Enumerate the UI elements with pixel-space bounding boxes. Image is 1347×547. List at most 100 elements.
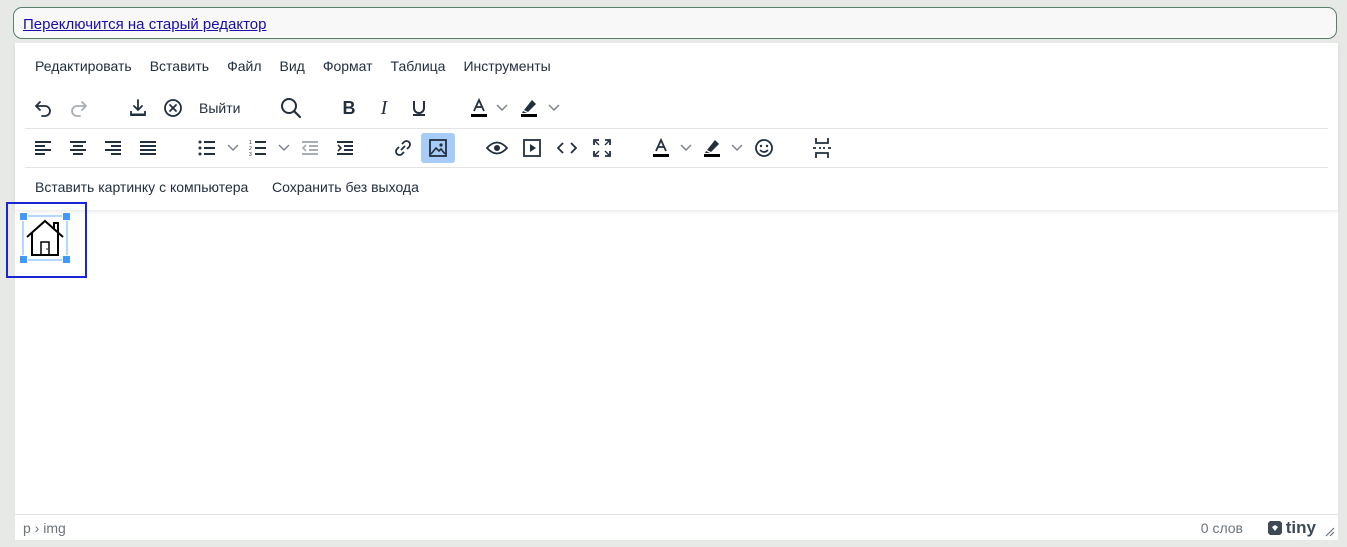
tiny-brand-link[interactable]: tiny [1267,518,1316,538]
bold-icon: B [342,97,356,118]
resize-handle-ne[interactable] [62,212,71,221]
editor-header: Редактировать Вставить Файл Вид Формат Т… [15,43,1338,210]
tiny-brand-text: tiny [1285,518,1316,537]
menu-view[interactable]: Вид [269,51,312,81]
element-path[interactable]: p › img [23,520,66,536]
resize-handle-nw[interactable] [19,212,28,221]
code-icon [557,142,577,154]
word-count[interactable]: 0 слов [1201,520,1243,536]
tiny-logo-icon [1267,521,1282,535]
highlight-color-dropdown-2[interactable] [729,133,745,163]
text-color-icon [653,137,669,157]
toolbar-row-3: Вставить картинку с компьютера Сохранить… [25,167,1328,206]
highlight-color-button-2[interactable] [695,133,729,163]
menu-edit[interactable]: Редактировать [25,51,140,81]
italic-button[interactable]: I [367,93,401,123]
rich-text-editor: Редактировать Вставить Файл Вид Формат Т… [6,43,1338,540]
redo-button[interactable] [62,93,96,123]
highlight-color-dropdown[interactable] [546,93,562,123]
text-color-button[interactable] [462,93,496,123]
cancel-button[interactable] [156,93,190,123]
download-icon [130,99,146,116]
menu-tools[interactable]: Инструменты [453,51,558,81]
chevron-down-icon [227,144,239,152]
preview-button[interactable] [480,133,514,163]
highlight-color-button[interactable] [512,93,546,123]
chevron-down-icon [278,144,290,152]
numbered-list-button[interactable]: 123 [241,133,275,163]
media-play-icon [523,139,541,157]
switch-editor-bar: Переключится на старый редактор [13,7,1337,39]
text-color-dropdown-2[interactable] [678,133,694,163]
indent-button[interactable] [328,133,362,163]
text-color-dropdown[interactable] [494,93,510,123]
editor-resize-handle[interactable] [1325,524,1335,542]
save-without-exit-button[interactable]: Сохранить без выхода [272,172,419,202]
page-break-button[interactable] [805,133,839,163]
outdent-button[interactable] [293,133,327,163]
search-button[interactable] [274,93,308,123]
fullscreen-icon [593,139,611,157]
insert-image-from-computer-button[interactable]: Вставить картинку с компьютера [35,172,248,202]
page-break-icon [813,138,831,158]
underline-icon [413,101,425,116]
eye-icon [486,141,508,155]
undo-icon [35,101,51,117]
align-left-icon [35,141,51,155]
bold-button[interactable]: B [332,93,366,123]
emoticons-button[interactable] [747,133,781,163]
chevron-down-icon [496,104,508,112]
insert-media-button[interactable] [515,133,549,163]
menu-table[interactable]: Таблица [381,51,454,81]
resize-handle-sw[interactable] [19,255,28,264]
underline-button[interactable] [402,93,436,123]
svg-text:3: 3 [249,152,252,157]
numbered-list-dropdown[interactable] [276,133,292,163]
menubar: Редактировать Вставить Файл Вид Формат Т… [25,51,559,81]
resize-grip-icon [1325,527,1335,537]
align-center-icon [70,141,86,155]
highlighter-icon [704,140,720,157]
close-circle-icon [164,99,182,117]
italic-icon: I [380,96,388,119]
source-code-button[interactable] [550,133,584,163]
menu-insert[interactable]: Вставить [140,51,217,81]
chevron-down-icon [731,144,743,152]
undo-button[interactable] [26,93,60,123]
editor-content[interactable] [6,202,1338,514]
resize-handle-se[interactable] [62,255,71,264]
fullscreen-button[interactable] [585,133,619,163]
bullet-list-button[interactable] [190,133,224,163]
outdent-icon [301,141,318,155]
save-download-button[interactable] [121,93,155,123]
exit-button[interactable]: Выйти [199,93,240,123]
align-right-icon [105,141,121,155]
menu-format[interactable]: Формат [313,51,381,81]
highlighter-icon [521,100,537,117]
align-justify-icon [140,141,156,155]
redo-icon [71,101,87,117]
align-justify-button[interactable] [131,133,165,163]
menu-file[interactable]: Файл [217,51,269,81]
align-center-button[interactable] [61,133,95,163]
indent-icon [337,141,353,155]
house-icon [26,219,64,256]
align-left-button[interactable] [26,133,60,163]
image-icon [429,139,447,157]
bullet-list-icon [198,140,215,156]
align-right-button[interactable] [96,133,130,163]
toolbar-row-1: Выйти B I [25,89,1328,127]
chevron-down-icon [548,104,560,112]
statusbar: p › img 0 слов tiny [15,514,1338,540]
text-color-button-2[interactable] [644,133,678,163]
search-icon [281,98,302,119]
text-color-icon [471,97,487,117]
switch-old-editor-link[interactable]: Переключится на старый редактор [23,16,266,33]
insert-image-button[interactable] [421,133,455,163]
link-button[interactable] [386,133,420,163]
selected-image[interactable] [19,212,71,264]
chevron-down-icon [680,144,692,152]
smiley-icon [755,139,773,157]
link-icon [395,140,411,156]
bullet-list-dropdown[interactable] [225,133,241,163]
